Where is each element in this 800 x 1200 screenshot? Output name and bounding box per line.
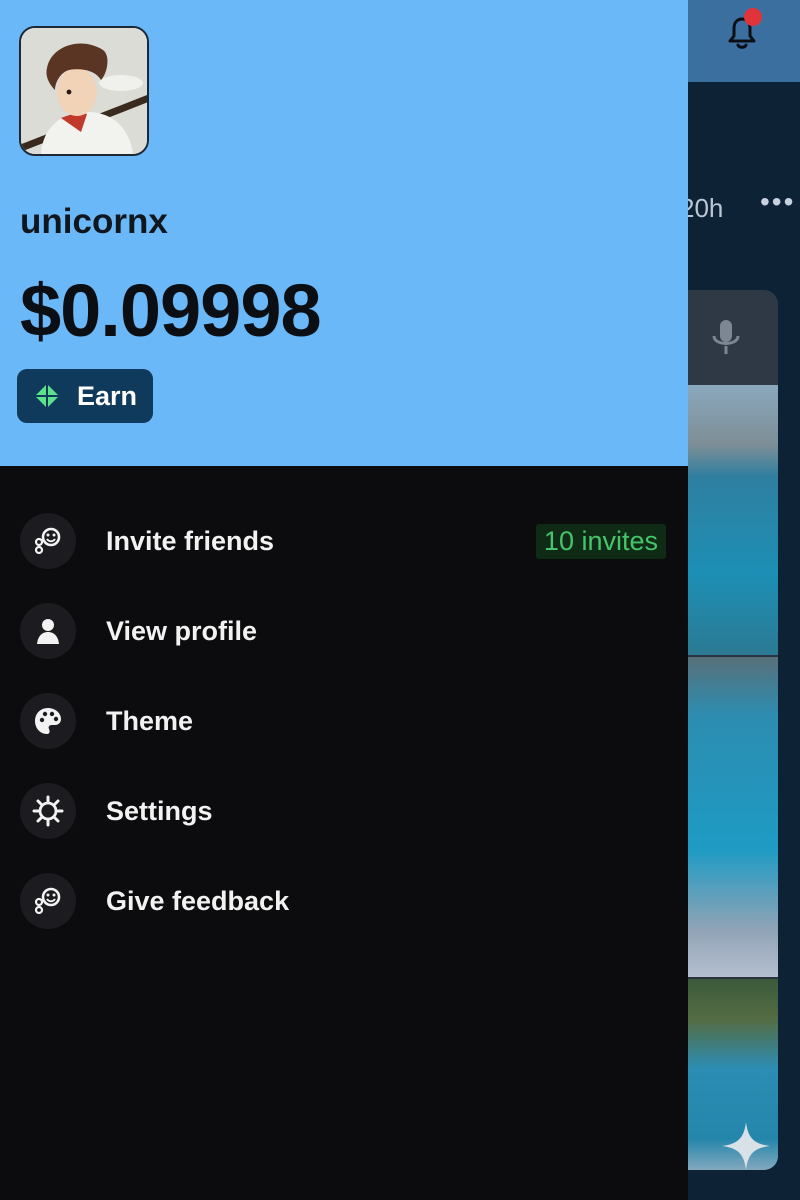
menu-item-label: Theme: [106, 705, 194, 736]
menu-item-label: View profile: [106, 615, 258, 646]
menu-item-invite-friends[interactable]: Invite friends 10 invites: [0, 496, 688, 586]
screen: 20h ••• unicornx $0.09998 Earn Invite fr…: [0, 0, 800, 1200]
username: unicornx: [20, 202, 168, 241]
friends-icon: [20, 513, 76, 569]
menu-item-give-feedback[interactable]: Give feedback: [0, 856, 688, 946]
side-drawer: unicornx $0.09998 Earn Invite friends 10…: [0, 0, 688, 1200]
drawer-menu: Invite friends 10 invites View profile T…: [0, 496, 688, 946]
feedback-icon: [20, 873, 76, 929]
menu-item-theme[interactable]: Theme: [0, 676, 688, 766]
avatar[interactable]: [19, 26, 149, 156]
menu-item-view-profile[interactable]: View profile: [0, 586, 688, 676]
diamond-icon: [35, 384, 59, 408]
menu-item-label: Invite friends: [106, 525, 275, 556]
avatar-illustration: [21, 28, 147, 154]
invites-badge: 10 invites: [535, 523, 666, 559]
notification-dot: [744, 8, 762, 26]
microphone-icon[interactable]: [708, 316, 744, 358]
earn-button[interactable]: Earn: [17, 369, 153, 423]
balance-amount: $0.09998: [20, 269, 322, 352]
sparkle-icon[interactable]: [718, 1118, 774, 1174]
menu-item-label: Give feedback: [106, 885, 290, 916]
earn-label: Earn: [77, 380, 138, 411]
menu-item-label: Settings: [106, 795, 213, 826]
menu-item-settings[interactable]: Settings: [0, 766, 688, 856]
person-icon: [20, 603, 76, 659]
more-options-icon[interactable]: •••: [760, 186, 795, 218]
drawer-header: unicornx $0.09998 Earn: [0, 0, 688, 466]
gear-icon: [20, 783, 76, 839]
palette-icon: [20, 693, 76, 749]
